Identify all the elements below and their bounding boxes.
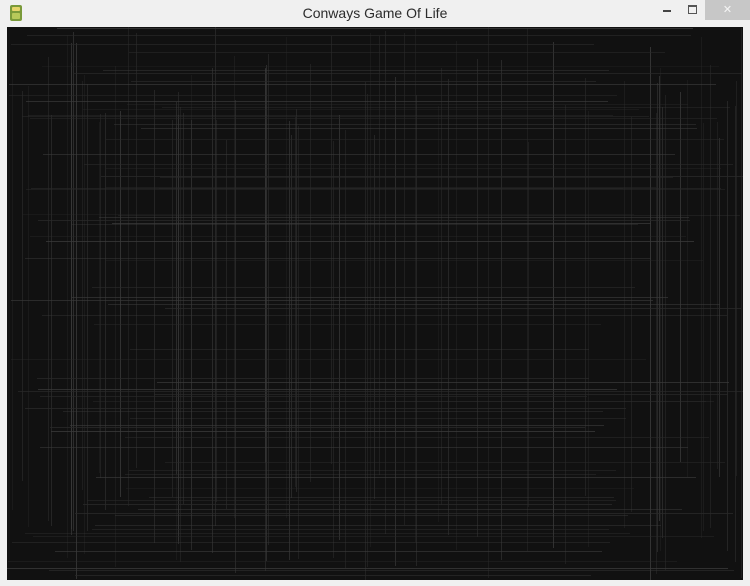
window-title: Conways Game Of Life bbox=[302, 5, 448, 21]
game-of-life-app-icon[interactable] bbox=[9, 4, 23, 22]
maximize-button[interactable] bbox=[680, 0, 704, 20]
close-icon: ✕ bbox=[722, 3, 733, 16]
cell-grid[interactable] bbox=[7, 27, 743, 580]
title-bar[interactable]: Conways Game Of Life ✕ bbox=[0, 0, 750, 26]
minimize-button[interactable] bbox=[655, 0, 679, 20]
app-window: Conways Game Of Life ✕ bbox=[0, 0, 750, 586]
close-button[interactable]: ✕ bbox=[705, 0, 750, 20]
game-canvas[interactable] bbox=[7, 27, 743, 580]
